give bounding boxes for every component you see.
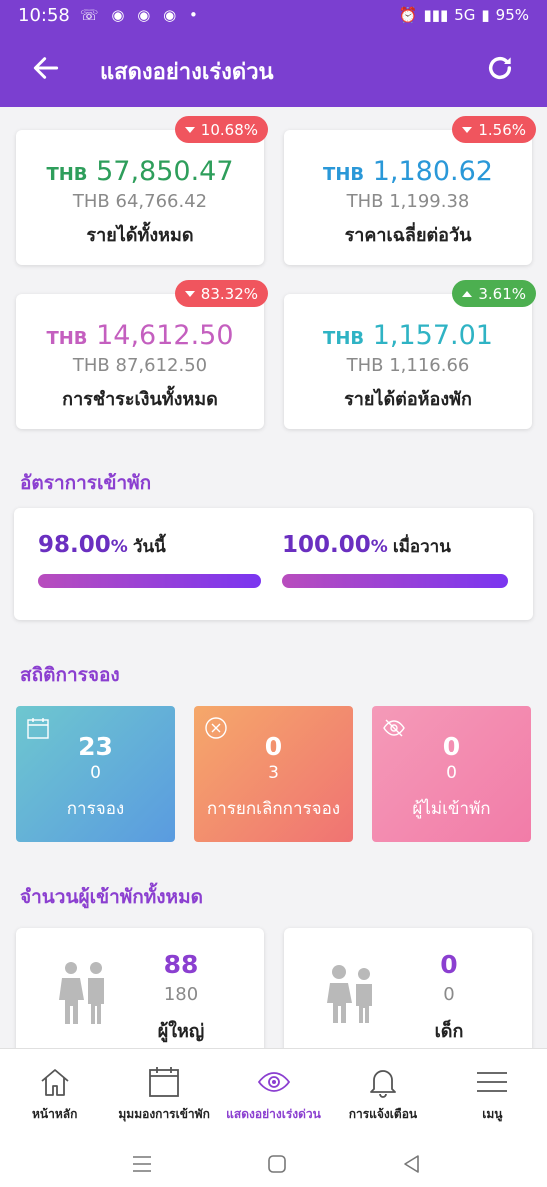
bottom-nav: หน้าหลัก มุมมองการเข้าพัก แสดงอย่างเร่งด… <box>0 1048 547 1140</box>
tile-label: ผู้ไม่เข้าพัก <box>412 799 491 819</box>
occupancy-section-title: อัตราการเข้าพัก <box>20 472 152 494</box>
refresh-icon[interactable] <box>484 52 516 84</box>
adults-icon <box>59 962 104 1024</box>
occupancy-yesterday-bar <box>282 574 508 588</box>
metric-previous: THB 64,766.42 <box>72 191 208 212</box>
children-sub: 0 <box>443 984 455 1005</box>
metric-value: THB 14,612.50 <box>46 320 234 351</box>
recent-apps-icon[interactable] <box>130 1152 154 1176</box>
page-title: แสดงอย่างเร่งด่วน <box>100 60 274 85</box>
nav-label: เมนู <box>482 1107 503 1121</box>
metric-previous: THB 87,612.50 <box>72 355 208 376</box>
metric-value: THB 1,180.62 <box>323 156 493 187</box>
change-badge: 83.32% <box>174 280 268 307</box>
metric-value: THB 1,157.01 <box>323 320 493 351</box>
nav-stay-view[interactable]: มุมมองการเข้าพัก <box>109 1049 218 1140</box>
nav-menu[interactable]: เมนู <box>438 1049 547 1140</box>
bookings-tile[interactable]: 23 0 การจอง <box>16 706 175 842</box>
children-count: 0 <box>440 950 458 979</box>
eye-icon <box>257 1072 290 1092</box>
nav-home[interactable]: หน้าหลัก <box>0 1049 109 1140</box>
battery-icon: ▮ <box>481 6 490 24</box>
network-label: 5G <box>454 6 476 24</box>
cancel-circle-icon <box>205 717 227 739</box>
menu-icon <box>477 1072 508 1092</box>
adults-count: 88 <box>163 950 199 979</box>
home-icon <box>41 1069 69 1096</box>
no-shows-tile[interactable]: 0 0 ผู้ไม่เข้าพัก <box>372 706 531 842</box>
trend-up-icon <box>462 290 473 297</box>
trend-down-icon <box>462 126 473 133</box>
metric-card-revpar: 3.61% THB 1,157.01 THB 1,116.66 รายได้ต่… <box>284 280 536 429</box>
metric-previous: THB 1,116.66 <box>346 355 470 376</box>
trend-down-icon <box>184 126 195 133</box>
notification-icons: ☏ ◉ ◉ ◉ • <box>79 6 202 24</box>
status-right: ⏰ ▮▮▮ 5G ▮ 95% <box>399 6 529 24</box>
tile-label: การจอง <box>66 799 125 819</box>
home-button-icon[interactable] <box>265 1152 289 1176</box>
eye-off-icon <box>383 719 405 737</box>
nav-label: มุมมองการเข้าพัก <box>118 1107 210 1121</box>
calendar-icon <box>149 1067 180 1097</box>
change-badge: 3.61% <box>452 280 536 307</box>
trend-down-icon <box>184 290 195 297</box>
tile-sub: 0 <box>90 763 101 783</box>
change-badge: 10.68% <box>174 116 268 143</box>
occupancy-card: 98.00% วันนี้ 100.00% เมื่อวาน <box>14 508 533 620</box>
app-bar: แสดงอย่างเร่งด่วน <box>0 30 547 107</box>
battery-level: 95% <box>495 6 529 24</box>
occupancy-today-bar <box>38 574 261 588</box>
metric-label: ราคาเฉลี่ยต่อวัน <box>344 225 472 246</box>
change-badge: 1.56% <box>452 116 536 143</box>
occupancy-today: 98.00% วันนี้ <box>38 532 166 558</box>
children-label: เด็ก <box>434 1021 464 1042</box>
cancellations-tile[interactable]: 0 3 การยกเลิกการจอง <box>194 706 353 842</box>
adults-label: ผู้ใหญ่ <box>157 1021 205 1042</box>
status-bar: 10:58 ☏ ◉ ◉ ◉ • ⏰ ▮▮▮ 5G ▮ 95% <box>0 0 547 30</box>
children-card: 0 0 เด็ก <box>284 928 532 1068</box>
metric-card-adr: 1.56% THB 1,180.62 THB 1,199.38 ราคาเฉลี… <box>284 116 536 265</box>
children-icon <box>327 965 372 1023</box>
occupancy-yesterday: 100.00% เมื่อวาน <box>282 532 451 558</box>
metric-previous: THB 1,199.38 <box>346 191 470 212</box>
bell-icon <box>370 1070 396 1098</box>
tile-sub: 0 <box>446 763 457 783</box>
metric-label: รายได้ต่อห้องพัก <box>344 389 472 410</box>
tile-sub: 3 <box>268 763 279 783</box>
nav-label: แสดงอย่างเร่งด่วน <box>226 1107 321 1121</box>
metric-label: การชำระเงินทั้งหมด <box>62 389 218 410</box>
signal-icon: ▮▮▮ <box>423 6 449 24</box>
system-nav <box>0 1140 547 1187</box>
nav-label: การแจ้งเตือน <box>348 1107 418 1121</box>
nav-quick-view[interactable]: แสดงอย่างเร่งด่วน <box>219 1049 328 1140</box>
alarm-icon: ⏰ <box>398 6 418 24</box>
metric-label: รายได้ทั้งหมด <box>86 225 194 246</box>
metric-card-total-revenue: 10.68% THB 57,850.47 THB 64,766.42 รายได… <box>16 116 268 265</box>
calendar-icon <box>27 718 49 739</box>
tile-label: การยกเลิกการจอง <box>206 799 341 819</box>
nav-notifications[interactable]: การแจ้งเตือน <box>328 1049 437 1140</box>
back-button-icon[interactable] <box>400 1152 424 1176</box>
back-arrow-icon[interactable] <box>30 52 62 84</box>
adults-sub: 180 <box>163 984 199 1005</box>
nav-label: หน้าหลัก <box>32 1107 78 1121</box>
adults-card: 88 180 ผู้ใหญ่ <box>16 928 264 1068</box>
status-time: 10:58 <box>18 4 70 26</box>
guests-section-title: จำนวนผู้เข้าพักทั้งหมด <box>20 886 203 908</box>
metric-value: THB 57,850.47 <box>46 156 234 187</box>
booking-stats-title: สถิติการจอง <box>20 664 120 686</box>
metric-card-total-payments: 83.32% THB 14,612.50 THB 87,612.50 การชำ… <box>16 280 268 429</box>
